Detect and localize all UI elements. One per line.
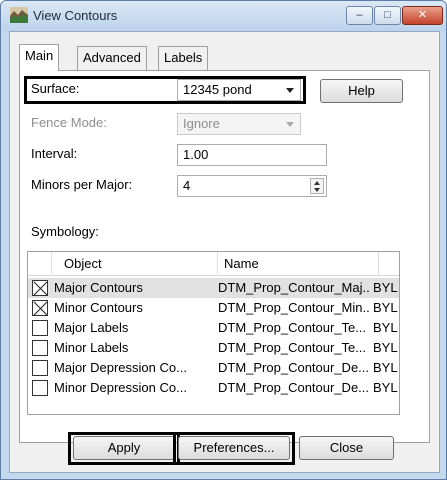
name-cell: DTM_Prop_Contour_De... [218, 360, 370, 375]
minors-per-major-label: Minors per Major: [31, 177, 133, 192]
name-cell: DTM_Prop_Contour_Te... [218, 340, 367, 355]
object-cell: Major Contours [54, 280, 143, 295]
checkbox-minor-depression-contours[interactable] [32, 380, 48, 396]
object-cell: Minor Depression Co... [54, 380, 187, 395]
close-window-button[interactable]: ✕ [402, 6, 443, 25]
name-cell: DTM_Prop_Contour_De... [218, 380, 370, 395]
minors-per-major-value: 4 [183, 178, 191, 193]
minors-per-major-stepper[interactable]: 4 [177, 175, 327, 197]
tab-labels[interactable]: Labels [158, 46, 209, 70]
symbology-list[interactable]: Object Name Major Contours DTM_Prop_Cont… [27, 251, 400, 415]
tab-advanced[interactable]: Advanced [77, 46, 147, 70]
fence-mode-value: Ignore [183, 116, 220, 131]
minimize-button[interactable]: – [346, 6, 373, 25]
checkbox-major-depression-contours[interactable] [32, 360, 48, 376]
object-column-header[interactable]: Object [52, 252, 218, 276]
level-cell: BYL [373, 320, 398, 335]
object-cell: Minor Labels [54, 340, 129, 355]
close-button[interactable]: Close [299, 436, 394, 460]
object-cell: Minor Contours [54, 300, 143, 315]
checkbox-column-header [28, 252, 52, 276]
checkbox-major-labels[interactable] [32, 320, 48, 336]
checkbox-major-contours[interactable] [32, 280, 48, 296]
spinner-arrows-icon[interactable] [310, 178, 324, 194]
contours-app-icon [10, 7, 28, 23]
surface-dropdown[interactable]: 12345 pond [177, 79, 301, 101]
window-title: View Contours [33, 8, 118, 23]
help-button[interactable]: Help [320, 79, 403, 103]
fence-mode-label: Fence Mode: [31, 115, 107, 130]
name-column-header[interactable]: Name [218, 252, 379, 276]
level-cell: BYL [373, 300, 398, 315]
apply-button[interactable]: Apply [73, 436, 175, 460]
view-contours-window: View Contours – □ ✕ Main Advanced Labels… [0, 0, 447, 480]
fence-mode-dropdown[interactable]: Ignore [177, 113, 301, 135]
list-item[interactable]: Minor Contours DTM_Prop_Contour_Min.. BY… [28, 298, 399, 318]
symbology-label: Symbology: [31, 224, 99, 239]
object-cell: Major Depression Co... [54, 360, 187, 375]
list-item[interactable]: Major Depression Co... DTM_Prop_Contour_… [28, 358, 399, 378]
list-item[interactable]: Minor Depression Co... DTM_Prop_Contour_… [28, 378, 399, 398]
interval-input[interactable]: 1.00 [177, 144, 327, 166]
name-cell: DTM_Prop_Contour_Maj.. [218, 280, 370, 295]
list-item[interactable]: Major Contours DTM_Prop_Contour_Maj.. BY… [28, 278, 399, 298]
name-cell: DTM_Prop_Contour_Te... [218, 320, 367, 335]
name-cell: DTM_Prop_Contour_Min.. [218, 300, 370, 315]
list-item[interactable]: Minor Labels DTM_Prop_Contour_Te... BYL [28, 338, 399, 358]
preferences-button[interactable]: Preferences... [178, 436, 290, 460]
list-item[interactable]: Major Labels DTM_Prop_Contour_Te... BYL [28, 318, 399, 338]
level-cell: BYL [373, 380, 398, 395]
level-cell: BYL [373, 360, 398, 375]
symbology-list-header: Object Name [28, 252, 399, 276]
level-cell: BYL [373, 280, 398, 295]
surface-value: 12345 pond [183, 82, 252, 97]
maximize-button[interactable]: □ [374, 6, 401, 25]
level-cell: BYL [373, 340, 398, 355]
tab-main[interactable]: Main [19, 44, 60, 71]
title-bar[interactable]: View Contours – □ ✕ [1, 1, 446, 31]
checkbox-minor-contours[interactable] [32, 300, 48, 316]
checkbox-minor-labels[interactable] [32, 340, 48, 356]
interval-label: Interval: [31, 146, 78, 161]
dialog-body: Main Advanced Labels Surface: 12345 pond… [9, 31, 440, 473]
surface-label: Surface: [31, 81, 80, 96]
object-cell: Major Labels [54, 320, 129, 335]
chevron-down-icon [286, 88, 294, 93]
chevron-down-icon [286, 122, 294, 127]
